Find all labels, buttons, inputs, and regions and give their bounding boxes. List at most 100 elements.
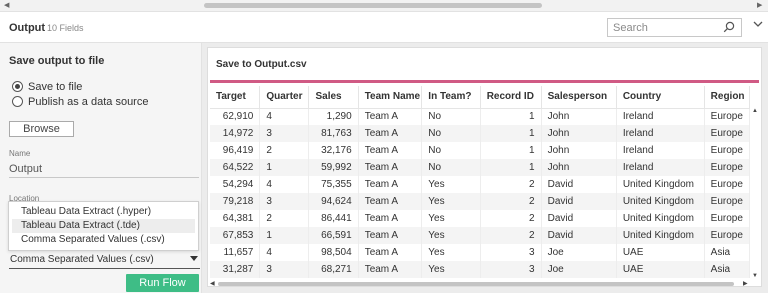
column-header[interactable]: Country (616, 86, 705, 109)
top-scrollbar-thumb[interactable] (204, 3, 542, 8)
table-cell: United Kingdom (616, 210, 705, 227)
table-cell: 94,624 (308, 193, 359, 210)
table-cell: 2 (480, 193, 542, 210)
output-preview-pane: Save to Output.csv Target Quarter Sales Tea… (202, 43, 768, 293)
column-header[interactable]: Record ID (480, 86, 542, 109)
name-label: Name (9, 149, 31, 158)
column-header[interactable]: In Team? (421, 86, 481, 109)
column-header[interactable]: Target (210, 86, 261, 109)
chevron-down-icon[interactable] (753, 19, 763, 31)
table-cell: Ireland (616, 125, 705, 142)
table-cell: United Kingdom (616, 227, 705, 244)
table-cell: 1 (480, 159, 542, 176)
scroll-up-arrow-icon[interactable]: ▲ (752, 108, 758, 114)
table-row: 11,657 4 98,504 Team A Yes 3 Joe UAE Asia (210, 244, 750, 261)
table-cell: 3 (259, 261, 310, 278)
table-cell: 79,218 (210, 193, 261, 210)
output-type-select[interactable]: Comma Separated Values (.csv) (9, 253, 200, 269)
search-box[interactable] (607, 18, 742, 37)
table-cell: 96,419 (210, 142, 261, 159)
table-cell: Team A (358, 244, 423, 261)
table-cell: United Kingdom (616, 176, 705, 193)
table-cell: Team A (358, 108, 423, 125)
search-input[interactable] (608, 19, 718, 36)
table-cell: 32,176 (308, 142, 359, 159)
publish-data-source-radio[interactable]: Publish as a data source (12, 95, 148, 108)
table-horizontal-scrollbar[interactable]: ◀ ▶ (210, 280, 750, 287)
table-horizontal-thumb[interactable] (218, 282, 734, 286)
table-cell: 4 (259, 176, 310, 193)
table-cell: UAE (616, 244, 705, 261)
output-settings-pane: Save output to file Save to file Publish… (0, 43, 202, 293)
save-to-file-label: Save to file (28, 80, 83, 93)
table-cell: 4 (259, 244, 310, 261)
table-cell: Yes (421, 193, 481, 210)
table-row: 79,218 3 94,624 Team A Yes 2 David United Kingd… (210, 193, 750, 210)
output-type-selected-value: Comma Separated Values (.csv) (10, 254, 154, 265)
table-cell: Europe (704, 176, 750, 193)
dropdown-option-tde[interactable]: Tableau Data Extract (.tde) (12, 219, 195, 233)
table-cell: Europe (704, 193, 750, 210)
table-row: 64,381 2 86,441 Team A Yes 2 David United Kingd… (210, 210, 750, 227)
table-cell: 14,972 (210, 125, 261, 142)
top-scrollbar[interactable]: ◀ ▶ (0, 0, 768, 12)
table-row: 67,853 1 66,591 Team A Yes 2 David United Kingd… (210, 227, 750, 244)
table-cell: Ireland (616, 142, 705, 159)
scroll-left-arrow-icon[interactable]: ◀ (4, 1, 9, 9)
table-cell: 86,441 (308, 210, 359, 227)
table-cell: David (541, 193, 617, 210)
table-cell: 62,910 (210, 108, 261, 125)
table-cell: Ireland (616, 159, 705, 176)
table-cell: 59,992 (308, 159, 359, 176)
scroll-down-arrow-icon[interactable]: ▼ (752, 273, 758, 279)
dropdown-option-csv[interactable]: Comma Separated Values (.csv) (12, 233, 195, 247)
table-cell: Yes (421, 261, 481, 278)
table-scroll-right-icon[interactable]: ▶ (743, 280, 748, 287)
table-cell: 98,504 (308, 244, 359, 261)
browse-button[interactable]: Browse (9, 121, 74, 137)
table-cell: Yes (421, 244, 481, 261)
table-cell: Team A (358, 261, 423, 278)
table-cell: Europe (704, 142, 750, 159)
save-to-file-radio[interactable]: Save to file (12, 80, 82, 93)
table-header-row: Target Quarter Sales Team Name In Team? Recor… (210, 86, 750, 109)
run-flow-button[interactable]: Run Flow (126, 274, 199, 292)
table-row: 54,294 4 75,355 Team A Yes 2 David United Kingd… (210, 176, 750, 193)
table-cell: Yes (421, 176, 481, 193)
output-type-dropdown-list: Tableau Data Extract (.hyper) Tableau Da… (8, 201, 199, 251)
column-header[interactable]: Team Name (358, 86, 423, 109)
column-header[interactable]: Sales (308, 86, 359, 109)
table-cell: 2 (480, 210, 542, 227)
table-cell: 2 (259, 210, 310, 227)
table-vertical-scrollbar[interactable]: ▲ ▼ (751, 108, 759, 282)
column-header[interactable]: Salesperson (541, 86, 617, 109)
table-cell: John (541, 108, 617, 125)
table-cell: Joe (541, 244, 617, 261)
table-cell: 54,294 (210, 176, 261, 193)
column-header[interactable]: Quarter (259, 86, 310, 109)
scroll-right-arrow-icon[interactable]: ▶ (757, 1, 762, 9)
table-cell: 3 (259, 125, 310, 142)
radio-unselected-icon[interactable] (12, 96, 23, 107)
step-title: Output (9, 22, 46, 34)
table-cell: Team A (358, 227, 423, 244)
table-row: 62,910 4 1,290 Team A No 1 John Ireland Europe (210, 108, 750, 125)
table-cell: 1 (480, 142, 542, 159)
table-scroll-left-icon[interactable]: ◀ (210, 280, 215, 287)
table-cell: 67,853 (210, 227, 261, 244)
settings-heading: Save output to file (9, 55, 105, 67)
dropdown-option-hyper[interactable]: Tableau Data Extract (.hyper) (12, 205, 195, 219)
column-header[interactable]: Region (704, 86, 750, 109)
preview-table: Target Quarter Sales Team Name In Team? Recor… (210, 86, 750, 278)
table-cell: Team A (358, 125, 423, 142)
table-cell: 4 (259, 108, 310, 125)
table-cell: 68,271 (308, 261, 359, 278)
name-field[interactable]: Output (9, 161, 199, 178)
table-cell: 3 (259, 193, 310, 210)
search-icon[interactable] (723, 21, 735, 36)
table-cell: John (541, 159, 617, 176)
dropdown-caret-icon[interactable] (190, 256, 198, 261)
table-cell: Europe (704, 159, 750, 176)
radio-selected-icon[interactable] (12, 81, 23, 92)
table-cell: United Kingdom (616, 193, 705, 210)
